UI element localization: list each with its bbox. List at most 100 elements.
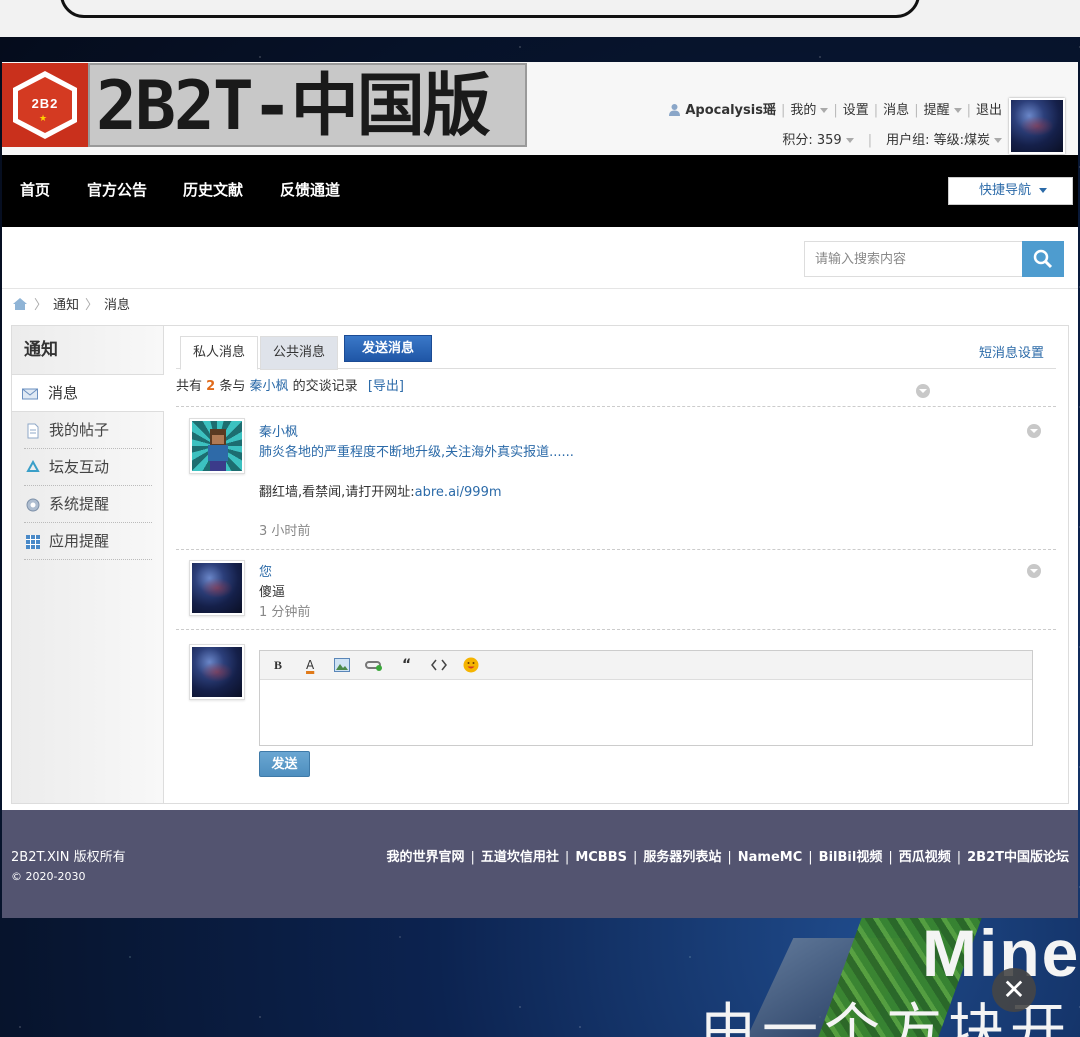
message-item: 您 傻逼 1 分钟前: [176, 550, 1056, 630]
footer-link-server-list[interactable]: 服务器列表站: [643, 850, 721, 865]
sidebar-item-apps[interactable]: 应用提醒: [24, 523, 152, 560]
copyright-text: 2B2T.XIN 版权所有: [11, 850, 126, 865]
sidebar-item-label: 消息: [48, 384, 79, 402]
messages-link[interactable]: 消息: [883, 103, 909, 118]
search-button[interactable]: [1022, 241, 1064, 277]
smiley-glyph: [463, 657, 479, 673]
logo-text: 2B2T-中国版: [96, 67, 491, 146]
link-glyph: [365, 661, 383, 671]
search-icon: [1033, 249, 1053, 269]
footer-links: 我的世界官网 | 五道坎信用社 | MCBBS | 服务器列表站 | NameMC | BilBil…: [386, 850, 1070, 865]
top-strip: [0, 0, 1080, 37]
mine-menu-label: 我的: [790, 103, 817, 118]
avatar: [189, 644, 245, 700]
copyright-years: © 2020-2030: [11, 870, 86, 883]
collapse-icon[interactable]: [1027, 424, 1041, 438]
send-message-button[interactable]: 发送消息: [344, 335, 432, 362]
address-pill: [60, 0, 920, 18]
quick-nav-button[interactable]: 快捷导航: [948, 177, 1073, 205]
search-input[interactable]: [804, 241, 1022, 277]
smiley-icon[interactable]: [461, 655, 481, 675]
tab-public-messages[interactable]: 公共消息: [260, 336, 339, 370]
message-author[interactable]: 秦小枫: [259, 421, 298, 440]
chevron-down-icon: [953, 108, 962, 113]
logout-link[interactable]: 退出: [976, 103, 1002, 118]
grid-icon: [26, 535, 40, 549]
footer-link-bilibili[interactable]: BilBil视频: [819, 850, 883, 865]
main-panel: 私人消息 公共消息 发送消息 短消息设置 共有 2 条与 秦小枫 的交谈记录 […: [164, 326, 1068, 803]
bold-button[interactable]: B: [268, 655, 288, 675]
points-menu[interactable]: 积分: 359: [782, 133, 854, 148]
breadcrumb-messages[interactable]: 消息: [104, 298, 130, 313]
breadcrumb-notify[interactable]: 通知: [53, 298, 79, 313]
footer-link-wudaokan[interactable]: 五道坎信用社: [481, 850, 559, 865]
user-bar: Apocalysis瑶 | 我的 | 设置 | 消息 | 提醒 | 退出 积分: 359 | 用户组: …: [668, 102, 1002, 162]
font-color-button[interactable]: A: [300, 655, 320, 675]
message-tabs: 私人消息 公共消息 发送消息 短消息设置: [176, 334, 1056, 370]
search-row: [2, 227, 1078, 289]
footer-link-xigua[interactable]: 西瓜视频: [899, 850, 951, 865]
user-icon: [669, 104, 681, 116]
send-button[interactable]: 发送: [259, 751, 310, 777]
message-count: 2: [206, 379, 216, 394]
site-logo[interactable]: 2B2T-中国版: [88, 63, 527, 147]
chevron-down-icon: [1039, 188, 1048, 193]
nav-item-announcements[interactable]: 官方公告: [87, 155, 147, 227]
sidebar-item-messages[interactable]: 消息: [12, 375, 164, 412]
sidebar-item-interaction[interactable]: 坛友互动: [24, 449, 152, 486]
nav-item-feedback[interactable]: 反馈通道: [280, 155, 340, 227]
footer-link-forum[interactable]: 2B2T中国版论坛: [967, 850, 1069, 865]
nav-item-history[interactable]: 历史文献: [183, 155, 243, 227]
sidebar-item-label: 坛友互动: [49, 458, 110, 476]
sidebar-item-label: 应用提醒: [49, 532, 110, 550]
quick-nav-label: 快捷导航: [979, 183, 1032, 198]
settings-link[interactable]: 设置: [843, 103, 869, 118]
home-icon[interactable]: [12, 297, 28, 311]
gear-icon: [26, 498, 40, 512]
collapse-icon[interactable]: [916, 384, 930, 398]
message-editor: B A “: [259, 650, 1033, 746]
message-text-part: 翻红墙,看禁闻,请打开网址:: [259, 485, 415, 500]
message-settings-link[interactable]: 短消息设置: [979, 342, 1044, 361]
collapse-icon[interactable]: [1027, 564, 1041, 578]
close-icon[interactable]: ✕: [992, 968, 1036, 1012]
recycle-icon: [26, 460, 40, 472]
avatar[interactable]: [1009, 98, 1065, 154]
link-icon[interactable]: [364, 655, 384, 675]
star-icon: ★: [39, 114, 48, 124]
user-bar-row-1: Apocalysis瑶 | 我的 | 设置 | 消息 | 提醒 | 退出: [668, 102, 1002, 132]
user-group-menu[interactable]: 用户组: 等级:煤炭: [886, 133, 1002, 148]
user-group-label: 用户组: 等级:煤炭: [886, 133, 990, 148]
code-glyph: [430, 659, 447, 671]
contact-link[interactable]: 秦小枫: [250, 379, 289, 394]
sidebar-item-system[interactable]: 系统提醒: [24, 486, 152, 523]
document-icon: [27, 423, 39, 439]
footer-link-namemc[interactable]: NameMC: [738, 850, 803, 865]
image-glyph: [334, 658, 351, 672]
quote-button[interactable]: “: [397, 655, 417, 675]
sidebar-item-my-posts[interactable]: 我的帖子: [24, 412, 152, 449]
footer-link-minecraft[interactable]: 我的世界官网: [387, 850, 465, 865]
image-icon[interactable]: [332, 655, 352, 675]
tab-private-messages[interactable]: 私人消息: [180, 336, 259, 370]
message-item: 秦小枫 肺炎各地的严重程度不断地升级,关注海外真实报道...... 翻红墙,看禁…: [176, 410, 1056, 550]
nav-item-home[interactable]: 首页: [20, 155, 50, 227]
avatar[interactable]: [189, 560, 245, 616]
reminders-menu[interactable]: 提醒: [924, 103, 962, 118]
avatar[interactable]: [189, 418, 245, 474]
chevron-down-icon: [820, 108, 829, 113]
logo-emblem[interactable]: 2B2 ★: [2, 63, 88, 147]
message-author[interactable]: 您: [259, 561, 272, 580]
footer-link-mcbbs[interactable]: MCBBS: [575, 850, 627, 865]
summary-prefix: 共有: [176, 379, 203, 394]
message-url-link[interactable]: abre.ai/999m: [415, 485, 502, 500]
mine-menu[interactable]: 我的: [790, 103, 829, 118]
export-link[interactable]: [导出]: [368, 379, 404, 394]
username-link[interactable]: Apocalysis瑶: [685, 103, 776, 118]
code-icon[interactable]: [429, 655, 449, 675]
site-header: 2B2 ★ 2B2T-中国版 Apocalysis瑶 | 我的 | 设置 | 消息 | 提醒 | 退…: [2, 62, 1078, 155]
breadcrumb: 〉通知〉消息: [12, 296, 130, 316]
message-text: 翻红墙,看禁闻,请打开网址:abre.ai/999m: [259, 481, 502, 500]
editor-textarea[interactable]: [260, 680, 1032, 744]
planet-avatar-image: [192, 647, 242, 697]
